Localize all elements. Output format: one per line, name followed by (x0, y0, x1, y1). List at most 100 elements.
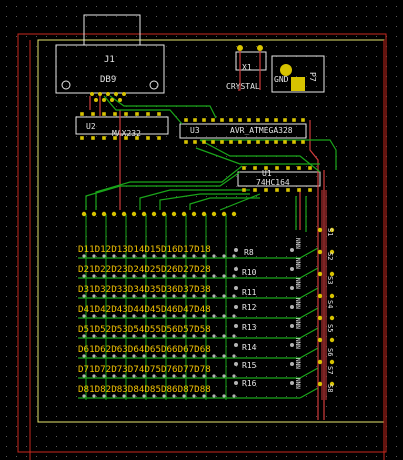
grid-dot (356, 416, 357, 417)
grid-dot (396, 166, 397, 167)
grid-dot (26, 16, 27, 17)
grid-dot (316, 346, 317, 347)
grid-dot (366, 226, 367, 227)
grid-dot (286, 206, 287, 207)
u3-pin-pad (184, 140, 188, 144)
led-pad (232, 374, 236, 378)
grid-dot (26, 256, 27, 257)
grid-dot (56, 116, 57, 117)
grid-dot (306, 66, 307, 67)
grid-dot (36, 226, 37, 227)
grid-dot (156, 456, 157, 457)
grid-dot (66, 36, 67, 37)
grid-dot (116, 126, 117, 127)
grid-dot (286, 86, 287, 87)
transistor-pad (111, 211, 117, 217)
grid-dot (46, 216, 47, 217)
grid-dot (66, 326, 67, 327)
grid-dot (136, 406, 137, 407)
grid-dot (306, 96, 307, 97)
grid-dot (306, 146, 307, 147)
grid-dot (96, 356, 97, 357)
connector-j1[interactable]: J1 DB9 (55, 14, 165, 94)
grid-dot (136, 146, 137, 147)
grid-dot (136, 176, 137, 177)
nnn-label-8: NNN (294, 378, 301, 389)
ic-u2[interactable]: U2 MAX232 (75, 116, 169, 138)
grid-dot (216, 326, 217, 327)
grid-dot (26, 246, 27, 247)
grid-dot (46, 276, 47, 277)
u2-pin-pad (80, 136, 84, 140)
grid-dot (66, 86, 67, 87)
grid-dot (186, 86, 187, 87)
grid-dot (66, 136, 67, 137)
grid-dot (166, 456, 167, 457)
led-pad (212, 314, 216, 318)
grid-dot (346, 336, 347, 337)
grid-dot (306, 456, 307, 457)
grid-dot (366, 396, 367, 397)
grid-dot (396, 46, 397, 47)
transistor-pad (131, 211, 137, 217)
grid-dot (16, 206, 17, 207)
grid-dot (326, 56, 327, 57)
grid-dot (316, 276, 317, 277)
grid-dot (26, 216, 27, 217)
grid-dot (296, 16, 297, 17)
grid-dot (256, 106, 257, 107)
u3-pin-pad (292, 140, 296, 144)
grid-dot (96, 156, 97, 157)
grid-dot (226, 56, 227, 57)
grid-dot (146, 446, 147, 447)
grid-dot (296, 76, 297, 77)
grid-dot (76, 46, 77, 47)
grid-dot (166, 406, 167, 407)
grid-dot (376, 176, 377, 177)
grid-dot (6, 256, 7, 257)
grid-dot (246, 246, 247, 247)
grid-dot (36, 336, 37, 337)
grid-dot (56, 196, 57, 197)
grid-dot (46, 416, 47, 417)
grid-dot (16, 86, 17, 87)
grid-dot (316, 366, 317, 367)
grid-dot (206, 126, 207, 127)
grid-dot (336, 226, 337, 227)
grid-dot (46, 326, 47, 327)
grid-dot (36, 96, 37, 97)
led-pad (222, 394, 226, 398)
grid-dot (36, 326, 37, 327)
grid-dot (246, 376, 247, 377)
grid-dot (346, 156, 347, 157)
grid-dot (256, 226, 257, 227)
grid-dot (166, 36, 167, 37)
grid-dot (366, 206, 367, 207)
grid-dot (236, 436, 237, 437)
pcb-board[interactable]: J1 DB9 X1 CRYSTAL GND P7 U2 MAX232 U3 AV… (0, 0, 403, 460)
grid-dot (26, 456, 27, 457)
ic-u3[interactable]: U3 AVR_ATMEGA328 (179, 123, 307, 139)
grid-dot (86, 6, 87, 7)
u3-value: AVR_ATMEGA328 (230, 126, 293, 135)
grid-dot (136, 56, 137, 57)
ic-u1[interactable]: U1 74HC164 (237, 169, 321, 187)
grid-dot (346, 206, 347, 207)
grid-dot (16, 116, 17, 117)
grid-dot (396, 276, 397, 277)
grid-dot (306, 436, 307, 437)
resistor-pad (290, 343, 294, 347)
grid-dot (316, 196, 317, 197)
grid-dot (156, 86, 157, 87)
grid-dot (396, 266, 397, 267)
grid-dot (76, 356, 77, 357)
grid-dot (336, 366, 337, 367)
grid-dot (306, 106, 307, 107)
row-track-bend (299, 307, 319, 319)
grid-dot (146, 16, 147, 17)
pcb-canvas[interactable]: J1 DB9 X1 CRYSTAL GND P7 U2 MAX232 U3 AV… (0, 0, 403, 460)
grid-dot (126, 76, 127, 77)
grid-dot (106, 46, 107, 47)
grid-dot (26, 356, 27, 357)
u1-pin-pad (275, 188, 279, 192)
